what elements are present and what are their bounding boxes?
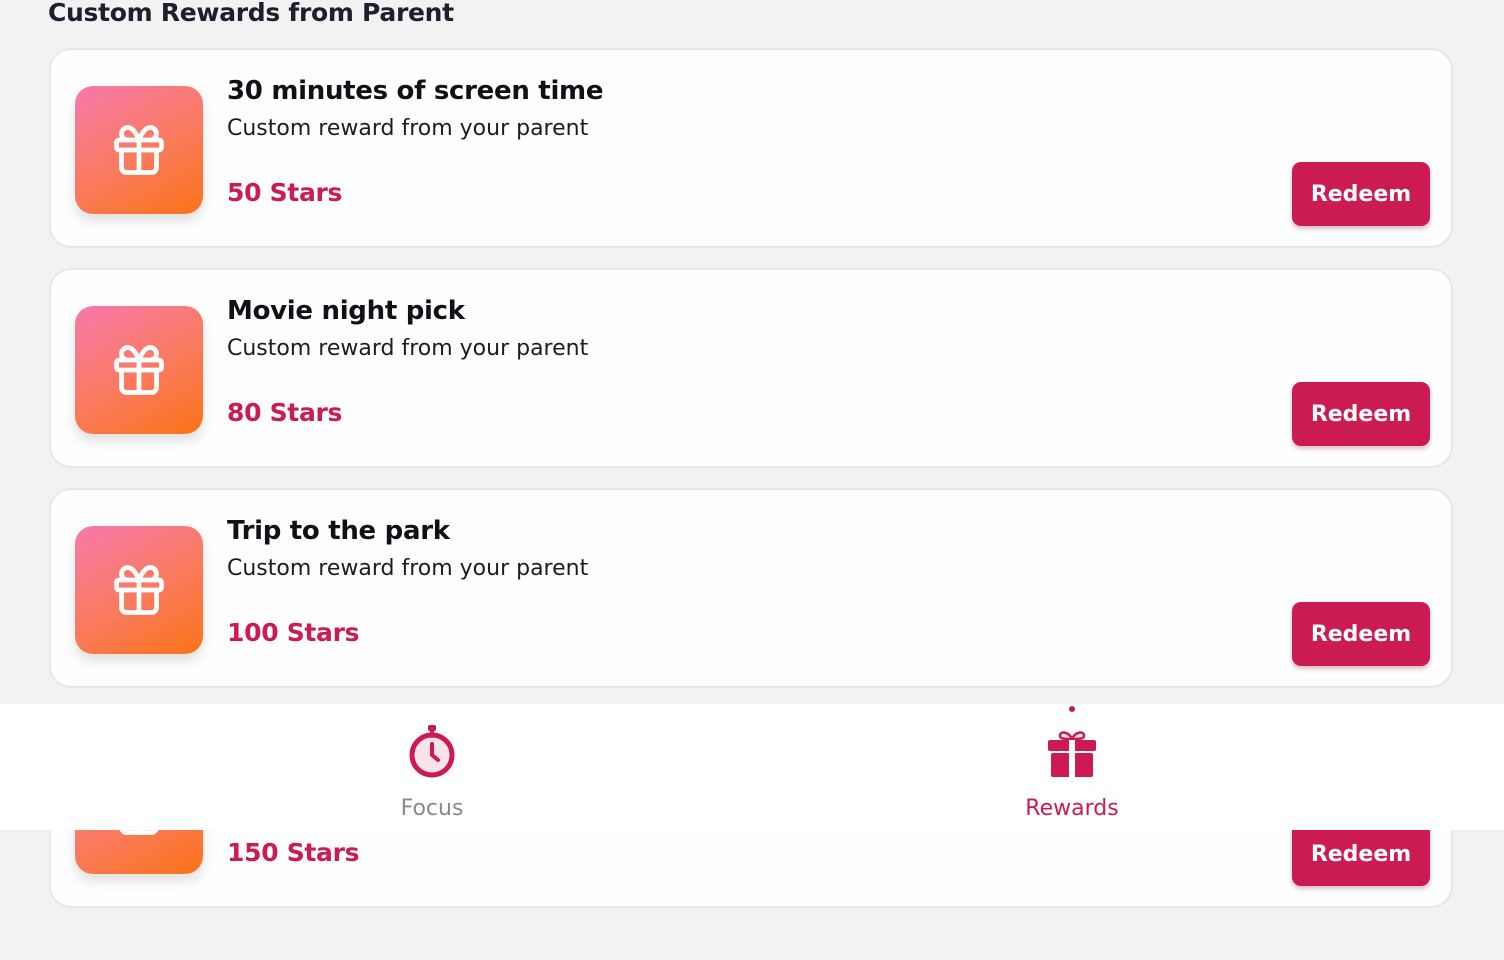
reward-title: Movie night pick (227, 296, 465, 326)
reward-tile (75, 86, 203, 214)
reward-card: Movie night pick Custom reward from your… (49, 268, 1453, 468)
stopwatch-icon (409, 725, 455, 778)
reward-cost: 50 Stars (227, 178, 343, 207)
gift-icon (114, 565, 164, 615)
redeem-button[interactable]: Redeem (1292, 602, 1430, 666)
reward-subtitle: Custom reward from your parent (227, 116, 589, 141)
nav-label-focus: Focus (400, 796, 464, 821)
reward-title: 30 minutes of screen time (227, 76, 604, 106)
reward-cost: 150 Stars (227, 838, 360, 867)
redeem-button[interactable]: Redeem (1292, 162, 1430, 226)
bottom-nav: Focus Rewards (0, 704, 1504, 830)
reward-tile (75, 306, 203, 434)
active-indicator (1069, 706, 1075, 712)
gift-icon (114, 345, 164, 395)
nav-label-rewards: Rewards (1025, 796, 1119, 821)
nav-item-rewards[interactable]: Rewards (972, 704, 1172, 830)
gift-icon (114, 125, 164, 175)
reward-subtitle: Custom reward from your parent (227, 336, 589, 361)
section-title: Custom Rewards from Parent (48, 0, 454, 27)
reward-title: Trip to the park (227, 516, 450, 546)
reward-tile (75, 526, 203, 654)
reward-card: Trip to the park Custom reward from your… (49, 488, 1453, 688)
redeem-button[interactable]: Redeem (1292, 382, 1430, 446)
reward-cost: 80 Stars (227, 398, 343, 427)
nav-item-focus[interactable]: Focus (332, 704, 532, 830)
rewards-page: Custom Rewards from Parent 30 minutes of… (0, 0, 1504, 960)
redeem-button[interactable]: Redeem (1292, 822, 1430, 886)
reward-subtitle: Custom reward from your parent (227, 556, 589, 581)
gift-icon (1048, 731, 1096, 777)
reward-card: 30 minutes of screen time Custom reward … (49, 48, 1453, 248)
reward-cost: 100 Stars (227, 618, 360, 647)
